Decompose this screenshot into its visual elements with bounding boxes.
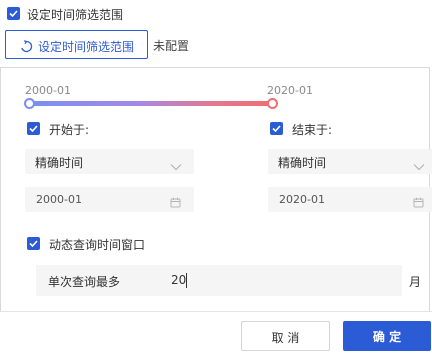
start-mode-select[interactable]: 精确时间 (25, 149, 194, 174)
slider-start-handle[interactable] (24, 98, 35, 109)
time-range-slider-track[interactable] (30, 101, 271, 106)
calendar-icon (170, 193, 181, 212)
slider-max-label: 2020-01 (267, 84, 313, 97)
refresh-icon (20, 38, 33, 57)
start-checkbox[interactable] (27, 122, 40, 135)
slider-min-label: 2000-01 (25, 84, 71, 97)
start-date-picker[interactable]: 2000-01 (25, 187, 194, 212)
end-checkbox[interactable] (270, 122, 283, 135)
end-mode-value: 精确时间 (278, 156, 327, 170)
dynamic-window-label: 动态查询时间窗口 (49, 238, 146, 252)
end-date-value: 2020-01 (279, 193, 325, 206)
filter-range-label: 设定时间筛选范围 (27, 8, 124, 22)
filter-range-toggle-row: 设定时间筛选范围 (0, 0, 432, 28)
start-label: 开始于: (49, 123, 90, 137)
start-date-value: 2000-01 (36, 193, 82, 206)
filter-range-tab-button[interactable]: 设定时间筛选范围 (5, 30, 148, 59)
filter-range-tab-label: 设定时间筛选范围 (38, 40, 135, 54)
chevron-down-icon (413, 156, 425, 175)
chevron-down-icon (170, 156, 182, 175)
slider-end-handle[interactable] (267, 98, 278, 109)
dynamic-window-checkbox[interactable] (27, 237, 40, 250)
text-caret (186, 273, 187, 288)
unconfigured-status[interactable]: 未配置 (153, 37, 189, 54)
end-mode-select[interactable]: 精确时间 (268, 149, 432, 174)
end-label: 结束于: (292, 123, 333, 137)
cancel-button[interactable]: 取 消 (241, 321, 330, 351)
end-date-picker[interactable]: 2020-01 (268, 187, 432, 212)
max-query-value: 20 (171, 273, 187, 287)
cancel-button-label: 取 消 (271, 331, 300, 345)
max-query-label: 单次查询最多 (48, 275, 121, 289)
calendar-icon (413, 193, 424, 212)
max-query-input[interactable]: 20 (167, 268, 402, 293)
confirm-button[interactable]: 确 定 (343, 321, 431, 351)
max-query-unit: 月 (409, 275, 422, 289)
max-query-row: 单次查询最多 20 (36, 265, 402, 296)
start-mode-value: 精确时间 (35, 156, 84, 170)
confirm-button-label: 确 定 (372, 330, 402, 344)
filter-range-checkbox[interactable] (7, 7, 20, 20)
